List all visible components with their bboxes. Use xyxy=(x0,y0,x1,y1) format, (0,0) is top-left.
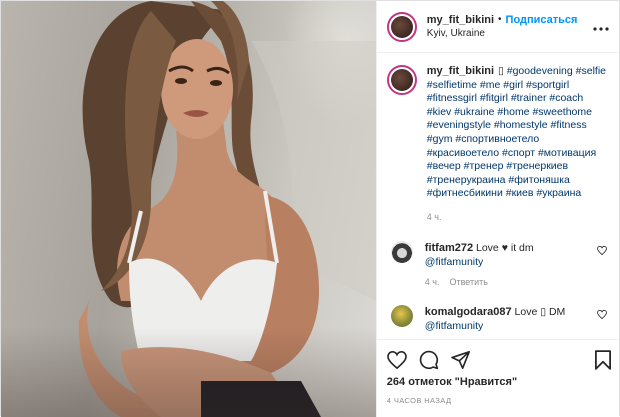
hashtag-link[interactable]: #ukraine xyxy=(454,106,494,118)
hashtag-link[interactable]: #coach xyxy=(549,92,583,104)
location-link[interactable]: Kyiv, Ukraine xyxy=(427,27,593,41)
hashtag-link[interactable]: #kiev xyxy=(427,106,452,118)
comment-text: Love xyxy=(476,241,499,254)
hashtag-link[interactable]: #trainer xyxy=(511,92,547,104)
hashtag-link[interactable]: #вечер xyxy=(427,160,461,172)
reply-button[interactable]: Ответить xyxy=(449,277,487,287)
comment-mention[interactable]: @fitfamunity xyxy=(425,320,484,332)
post-actions: 264 отметок "Нравится" 4 ЧАСОВ НАЗАД xyxy=(376,339,619,417)
comment-avatar[interactable] xyxy=(390,304,413,327)
hashtag-link[interactable]: #спортивноетело xyxy=(455,133,539,145)
comment-bubble-icon[interactable] xyxy=(419,350,439,370)
comment-username[interactable]: komalgodara087 xyxy=(425,306,512,318)
caption: my_fit_bikini ▯ #goodevening #selfie #sel… xyxy=(386,65,609,225)
hashtag-link[interactable]: #тренеркиев xyxy=(506,160,568,172)
hashtag-link[interactable]: #fitgirl xyxy=(480,92,508,104)
comments-list[interactable]: my_fit_bikini ▯ #goodevening #selfie #sel… xyxy=(377,53,619,339)
comment-like-heart-icon[interactable] xyxy=(597,245,607,258)
caption-hashtags: #goodevening #selfie #selfietime #me #gi… xyxy=(427,65,606,199)
comment-item: komalgodara087 Love ▯ DM @fitfamunity xyxy=(387,304,609,333)
comment-text: Love xyxy=(514,305,538,318)
post-photo[interactable] xyxy=(1,1,376,417)
comment-heart-emoji: ♥ xyxy=(501,241,508,254)
header-separator: • xyxy=(498,13,502,25)
hashtag-link[interactable]: #киев xyxy=(506,187,534,199)
caption-avatar[interactable] xyxy=(386,65,417,95)
hashtag-link[interactable]: #home xyxy=(497,106,529,118)
comment-item: fitfam272 Love ♥ it dm @fitfamunity 4 ч.… xyxy=(387,240,609,289)
hashtag-link[interactable]: #eveningstyle xyxy=(427,119,491,131)
caption-age: 4 ч. xyxy=(426,211,442,222)
comment-avatar[interactable] xyxy=(390,240,413,263)
hashtag-link[interactable]: #homestyle xyxy=(494,119,548,131)
comment-mention[interactable]: @fitfamunity xyxy=(425,256,484,268)
caption-emoji: ▯ xyxy=(498,65,504,77)
post-header: my_fit_bikini • Подписаться Kyiv, Ukrain… xyxy=(376,1,619,53)
hashtag-link[interactable]: #fitness xyxy=(551,119,587,131)
hashtag-link[interactable]: #спорт xyxy=(502,147,535,159)
bookmark-icon[interactable] xyxy=(595,350,611,370)
comment-text-after: DM xyxy=(548,305,566,318)
likes-count[interactable]: 264 отметок "Нравится" xyxy=(387,376,611,388)
comment-username[interactable]: fitfam272 xyxy=(425,242,473,254)
like-heart-icon[interactable] xyxy=(386,351,407,369)
hashtag-link[interactable]: #fitnessgirl xyxy=(427,92,477,104)
instagram-post: my_fit_bikini • Подписаться Kyiv, Ukrain… xyxy=(0,0,620,417)
post-sidebar: my_fit_bikini • Подписаться Kyiv, Ukrain… xyxy=(375,1,619,417)
hashtag-link[interactable]: #фитнесбикини xyxy=(427,187,503,199)
hashtag-link[interactable]: #selfietime xyxy=(427,79,477,91)
avatar[interactable] xyxy=(386,11,417,42)
share-paper-plane-icon[interactable] xyxy=(450,351,471,369)
hashtag-link[interactable]: #sweethome xyxy=(532,106,592,118)
hashtag-link[interactable]: #sportgirl xyxy=(526,79,569,91)
post-timestamp: 4 ЧАСОВ НАЗАД xyxy=(386,396,452,405)
hashtag-link[interactable]: #gym xyxy=(427,133,453,145)
follow-button[interactable]: Подписаться xyxy=(506,13,578,27)
more-horizontal-icon[interactable] xyxy=(593,22,609,32)
hashtag-link[interactable]: #красивоетело xyxy=(427,147,499,159)
hashtag-link[interactable]: #украина xyxy=(536,187,581,199)
hashtag-link[interactable]: #girl xyxy=(503,79,523,91)
comment-emoji: ▯ xyxy=(540,305,547,318)
hashtag-link[interactable]: #тренерукраина xyxy=(427,174,506,186)
comment-text-after: it dm xyxy=(510,241,534,254)
hashtag-link[interactable]: #фитоняшка xyxy=(508,174,569,186)
hashtag-link[interactable]: #goodevening xyxy=(507,65,573,77)
hashtag-link[interactable]: #мотивация xyxy=(538,147,596,159)
hashtag-link[interactable]: #me xyxy=(480,79,500,91)
header-username[interactable]: my_fit_bikini xyxy=(427,13,494,27)
hashtag-link[interactable]: #selfie xyxy=(576,65,606,77)
comment-age: 4 ч. xyxy=(424,276,440,287)
hashtag-link[interactable]: #тренер xyxy=(464,160,504,172)
comment-like-heart-icon[interactable] xyxy=(597,309,607,322)
caption-username[interactable]: my_fit_bikini xyxy=(427,65,494,77)
